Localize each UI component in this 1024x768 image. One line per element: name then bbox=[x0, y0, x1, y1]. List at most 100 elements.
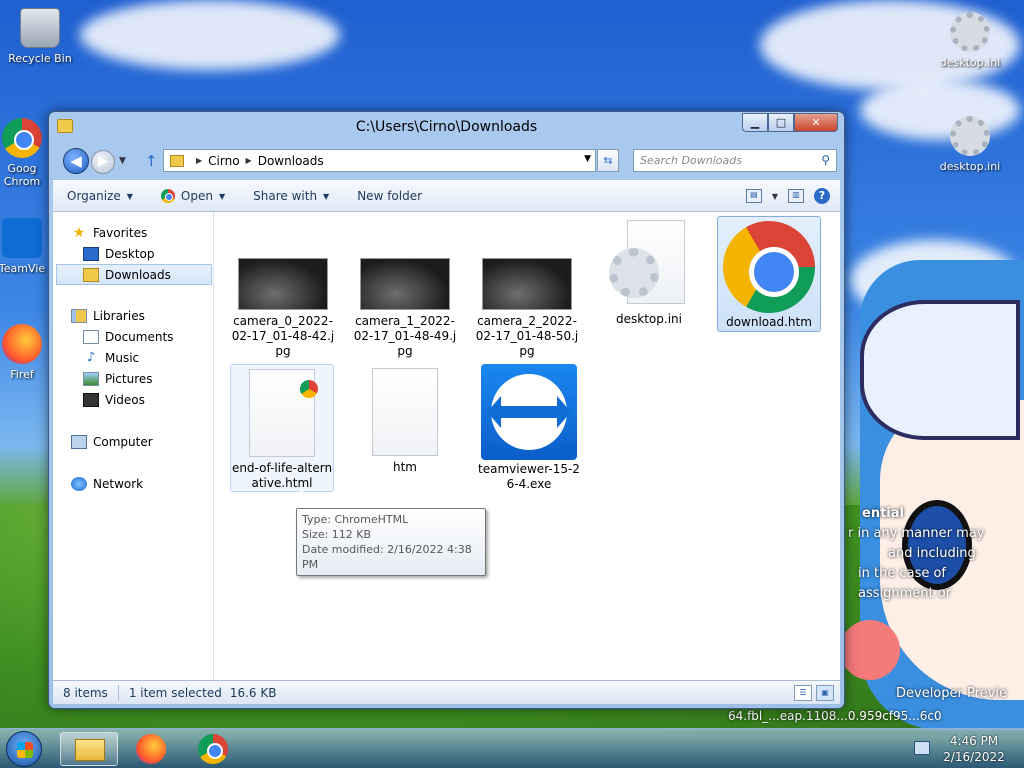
breadcrumb-downloads[interactable]: Downloads bbox=[258, 154, 324, 168]
system-clock[interactable]: 4:46 PM 2/16/2022 bbox=[935, 733, 1013, 765]
nav-documents[interactable]: Documents bbox=[53, 326, 213, 347]
selection-count: 1 item selected bbox=[128, 685, 222, 700]
wallpaper-text: ential bbox=[862, 506, 904, 521]
new-folder-button[interactable]: New folder bbox=[343, 183, 436, 209]
taskbar-explorer-button[interactable] bbox=[60, 732, 118, 766]
folder-icon bbox=[170, 154, 184, 167]
nav-favorites[interactable]: ★ Favorites bbox=[53, 222, 213, 243]
desktop-icon-label: Recycle Bin bbox=[8, 52, 72, 65]
settings-file-icon bbox=[609, 220, 689, 310]
wallpaper-text: and including bbox=[888, 546, 976, 561]
wallpaper-text: Developer Previe bbox=[896, 686, 1007, 701]
navigation-bar: ◀ ▶ ▼ ↑ ▶ Cirno ▶ Downloads ▼ ⇆ ⚲ bbox=[49, 146, 844, 176]
chevron-down-icon[interactable]: ▼ bbox=[772, 192, 778, 201]
refresh-button[interactable]: ⇆ bbox=[597, 149, 619, 172]
recycle-bin-icon bbox=[20, 8, 60, 48]
desktop-icon-chrome[interactable]: Goog Chrom bbox=[0, 118, 50, 188]
file-item-hovered[interactable]: end-of-life-alternative.html bbox=[230, 364, 334, 492]
downloads-folder-icon bbox=[83, 267, 99, 282]
file-item[interactable]: camera_1_2022-02-17_01-48-49.jpg bbox=[353, 258, 457, 359]
preview-pane-icon[interactable]: ▥ bbox=[788, 189, 804, 203]
share-with-button[interactable]: Share with ▼ bbox=[239, 183, 343, 209]
file-list: camera_0_2022-02-17_01-48-42.jpg camera_… bbox=[215, 212, 840, 680]
desktop-icon-desktop-ini[interactable]: desktop.ini bbox=[930, 12, 1010, 69]
taskbar-firefox-button[interactable] bbox=[122, 732, 180, 766]
nav-videos[interactable]: Videos bbox=[53, 389, 213, 410]
chevron-right-icon[interactable]: ▶ bbox=[246, 156, 252, 165]
file-item[interactable]: camera_0_2022-02-17_01-48-42.jpg bbox=[231, 258, 335, 359]
close-button[interactable]: ✕ bbox=[794, 113, 838, 132]
maximize-button[interactable]: □ bbox=[768, 113, 794, 132]
view-controls: ▤ ▼ ▥ ? bbox=[745, 188, 840, 204]
chevron-down-icon: ▼ bbox=[126, 191, 133, 201]
search-input[interactable] bbox=[634, 150, 810, 171]
cloud bbox=[80, 0, 340, 70]
explorer-window: C:\Users\Cirno\Downloads ▁ □ ✕ ◀ ▶ ▼ ↑ ▶… bbox=[48, 111, 845, 709]
change-view-icon[interactable]: ▤ bbox=[745, 189, 762, 203]
pictures-icon bbox=[83, 371, 99, 386]
image-thumbnail bbox=[238, 258, 328, 310]
nav-label: Documents bbox=[105, 329, 174, 344]
refresh-icon: ⇆ bbox=[603, 154, 613, 167]
desktop-icon-teamviewer[interactable]: TeamVie bbox=[0, 218, 50, 275]
open-label: Open bbox=[180, 189, 213, 203]
desktop-icon-label: TeamVie bbox=[0, 262, 46, 275]
search-icon[interactable]: ⚲ bbox=[821, 153, 830, 167]
breadcrumb-cirno[interactable]: Cirno bbox=[208, 154, 239, 168]
file-name: desktop.ini bbox=[616, 312, 682, 326]
help-icon[interactable]: ? bbox=[814, 188, 830, 204]
chevron-down-icon[interactable]: ▼ bbox=[584, 154, 591, 164]
wallpaper-text: assignment or bbox=[858, 586, 952, 601]
start-button[interactable] bbox=[6, 731, 42, 767]
window-title: C:\Users\Cirno\Downloads bbox=[355, 119, 538, 135]
file-item[interactable]: desktop.ini bbox=[597, 220, 701, 327]
selection-size: 16.6 KB bbox=[229, 685, 277, 700]
nav-libraries[interactable]: Libraries bbox=[53, 305, 213, 326]
nav-label: Favorites bbox=[93, 225, 148, 240]
back-button[interactable]: ◀ bbox=[63, 148, 89, 174]
nav-pictures[interactable]: Pictures bbox=[53, 368, 213, 389]
videos-icon bbox=[83, 392, 99, 407]
network-icon bbox=[71, 476, 87, 491]
up-arrow-icon[interactable]: ↑ bbox=[145, 152, 158, 170]
nav-label: Network bbox=[93, 476, 144, 491]
taskbar: 4:46 PM 2/16/2022 bbox=[0, 728, 1024, 768]
title-bar[interactable]: C:\Users\Cirno\Downloads ▁ □ ✕ bbox=[49, 112, 844, 142]
file-item[interactable]: teamviewer-15-26-4.exe bbox=[477, 364, 581, 492]
navigation-pane: ★ Favorites Desktop Downloads Libraries … bbox=[53, 212, 214, 680]
search-box: ⚲ bbox=[633, 149, 837, 172]
taskbar-chrome-button[interactable] bbox=[184, 732, 242, 766]
arrow-left-icon: ◀ bbox=[70, 152, 82, 170]
firefox-icon bbox=[136, 734, 166, 764]
tooltip-size: Size: 112 KB bbox=[302, 528, 372, 541]
large-icons-view-icon[interactable]: ▣ bbox=[816, 684, 834, 701]
file-name: camera_0_2022-02-17_01-48-42.jpg bbox=[231, 314, 335, 358]
chevron-right-icon[interactable]: ▶ bbox=[196, 156, 202, 165]
address-bar[interactable]: ▶ Cirno ▶ Downloads ▼ bbox=[163, 149, 596, 172]
open-button[interactable]: Open ▼ bbox=[147, 183, 239, 209]
file-item[interactable]: htm bbox=[353, 364, 457, 475]
recent-pages-dropdown[interactable]: ▼ bbox=[119, 156, 126, 166]
file-name: camera_1_2022-02-17_01-48-49.jpg bbox=[353, 314, 457, 358]
nav-label: Pictures bbox=[105, 371, 153, 386]
file-item-selected[interactable]: download.htm bbox=[717, 216, 821, 332]
share-with-label: Share with bbox=[253, 189, 318, 203]
organize-button[interactable]: Organize ▼ bbox=[53, 183, 147, 209]
nav-music[interactable]: ♪ Music bbox=[53, 347, 213, 368]
network-tray-icon[interactable] bbox=[914, 741, 930, 755]
desktop-icon-firefox[interactable]: Firef bbox=[0, 324, 50, 381]
file-item[interactable]: camera_2_2022-02-17_01-48-50.jpg bbox=[475, 258, 579, 359]
minimize-button[interactable]: ▁ bbox=[742, 113, 768, 132]
chrome-badge-icon bbox=[300, 380, 318, 398]
details-view-icon[interactable]: ☰ bbox=[794, 684, 812, 701]
forward-button[interactable]: ▶ bbox=[91, 150, 115, 174]
nav-downloads[interactable]: Downloads bbox=[56, 264, 212, 285]
nav-label: Computer bbox=[93, 434, 153, 449]
desktop-icon-desktop-ini[interactable]: desktop.ini bbox=[930, 116, 1010, 173]
teamviewer-icon bbox=[2, 218, 42, 258]
nav-network[interactable]: Network bbox=[53, 473, 213, 494]
nav-desktop[interactable]: Desktop bbox=[53, 243, 213, 264]
desktop-icon-recycle-bin[interactable]: Recycle Bin bbox=[0, 8, 80, 65]
nav-computer[interactable]: Computer bbox=[53, 431, 213, 452]
